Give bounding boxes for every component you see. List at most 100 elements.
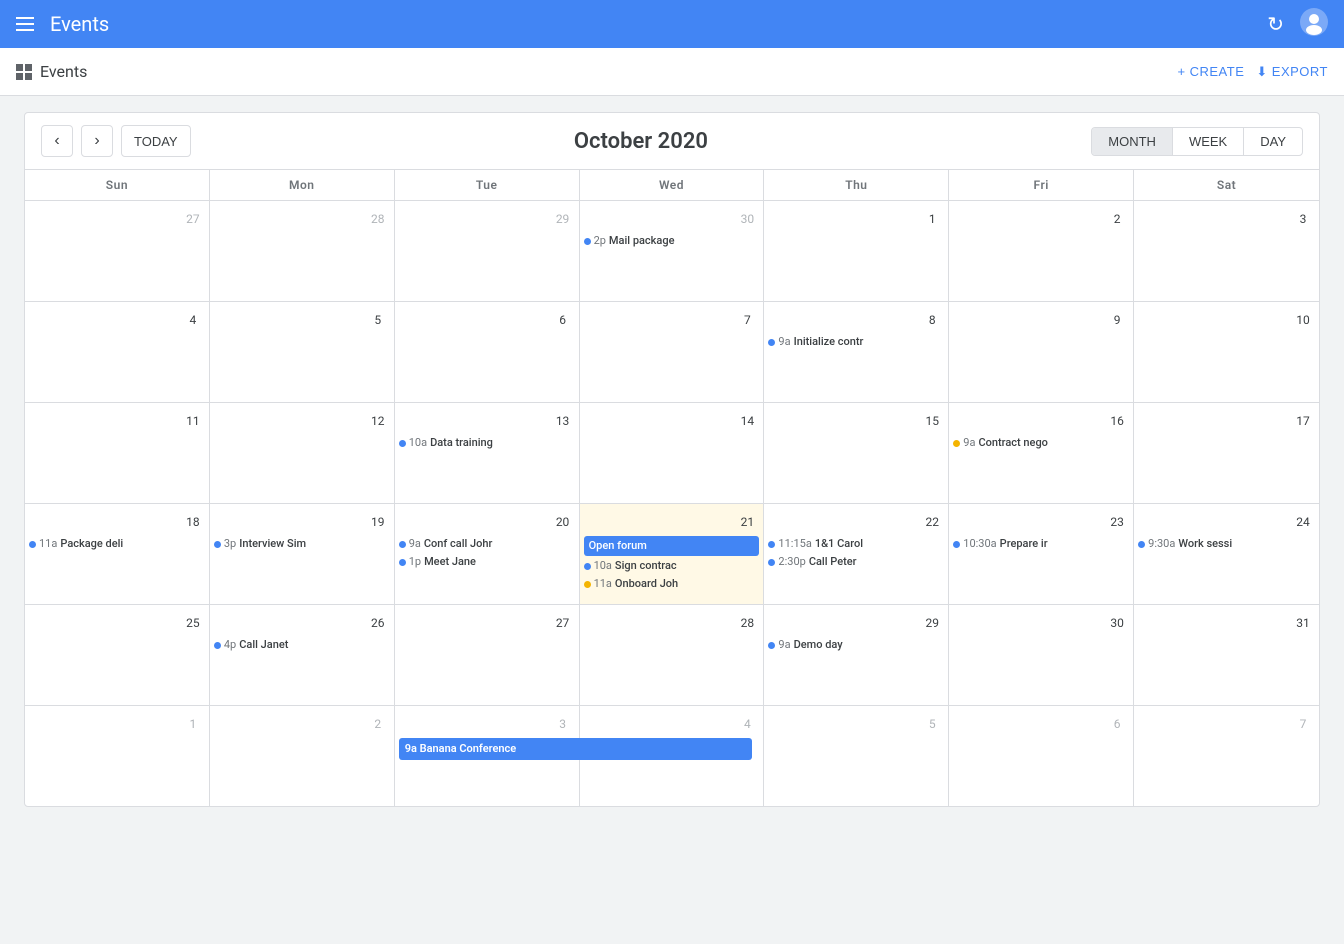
list-item[interactable]: 1p Meet Jane xyxy=(399,554,575,570)
create-button[interactable]: + CREATE xyxy=(1178,64,1245,79)
day-cell-nov1[interactable]: 1 xyxy=(25,706,210,806)
event-dot-blue xyxy=(399,559,406,566)
list-item[interactable]: 10:30a Prepare ir xyxy=(953,536,1129,552)
refresh-icon[interactable]: ↻ xyxy=(1267,12,1284,36)
month-view-button[interactable]: MONTH xyxy=(1092,128,1173,155)
day-view-button[interactable]: DAY xyxy=(1244,128,1302,155)
list-item[interactable]: 4p Call Janet xyxy=(214,637,390,653)
next-month-button[interactable]: › xyxy=(81,125,113,157)
day-cell-oct2[interactable]: 2 xyxy=(949,201,1134,301)
event-dot-blue xyxy=(768,642,775,649)
day-cell-sep30[interactable]: 30 2p Mail package xyxy=(580,201,765,301)
page-title: Events xyxy=(40,62,1170,81)
list-item[interactable]: 9a Conf call Johr xyxy=(399,536,575,552)
event-dot-blue xyxy=(584,238,591,245)
list-item[interactable]: 9a Initialize contr xyxy=(768,334,944,350)
day-cell-oct13[interactable]: 13 10a Data training xyxy=(395,403,580,503)
day-cell-oct8[interactable]: 8 9a Initialize contr xyxy=(764,302,949,402)
day-cell-oct19[interactable]: 19 3p Interview Sim xyxy=(210,504,395,604)
day-cell-oct3[interactable]: 3 xyxy=(1134,201,1319,301)
day-header-sat: Sat xyxy=(1134,170,1319,200)
create-plus-icon: + xyxy=(1178,64,1186,79)
list-item[interactable]: 11a Onboard Joh xyxy=(584,576,760,592)
prev-month-button[interactable]: ‹ xyxy=(41,125,73,157)
day-cell-nov2[interactable]: 2 xyxy=(210,706,395,806)
list-item[interactable]: 3p Interview Sim xyxy=(214,536,390,552)
day-cell-oct14[interactable]: 14 xyxy=(580,403,765,503)
day-header-sun: Sun xyxy=(25,170,210,200)
view-toggle: MONTH WEEK DAY xyxy=(1091,127,1303,156)
list-item[interactable]: 9a Demo day xyxy=(768,637,944,653)
day-cell-oct31[interactable]: 31 xyxy=(1134,605,1319,705)
day-header-fri: Fri xyxy=(949,170,1134,200)
day-cell-oct15[interactable]: 15 xyxy=(764,403,949,503)
day-cell-oct23[interactable]: 23 10:30a Prepare ir xyxy=(949,504,1134,604)
day-cell-nov3[interactable]: 3 9a Banana Conference xyxy=(395,706,580,806)
day-cell-oct12[interactable]: 12 xyxy=(210,403,395,503)
day-cell-oct22[interactable]: 22 11:15a 1&1 Carol 2:30p Call Peter xyxy=(764,504,949,604)
day-cell-oct9[interactable]: 9 xyxy=(949,302,1134,402)
week-row-4: 18 11a Package deli 19 3p xyxy=(25,504,1319,605)
day-cell-oct7[interactable]: 7 xyxy=(580,302,765,402)
list-item[interactable]: 11a Package deli xyxy=(29,536,205,552)
grid-view-icon[interactable] xyxy=(16,64,32,80)
day-cell-nov5[interactable]: 5 xyxy=(764,706,949,806)
day-cell-oct11[interactable]: 11 xyxy=(25,403,210,503)
event-dot-yellow xyxy=(953,440,960,447)
week-row-1: 27 28 29 30 2p Mail package xyxy=(25,201,1319,302)
menu-icon[interactable] xyxy=(16,17,34,31)
event-dot-blue xyxy=(1138,541,1145,548)
toolbar-actions: + CREATE ⬇ EXPORT xyxy=(1178,64,1328,80)
day-cell-oct5[interactable]: 5 xyxy=(210,302,395,402)
calendar-month-year: October 2020 xyxy=(199,129,1084,154)
list-item[interactable]: 9a Contract nego xyxy=(953,435,1129,451)
day-cell-oct18[interactable]: 18 11a Package deli xyxy=(25,504,210,604)
day-cell-oct27[interactable]: 27 xyxy=(395,605,580,705)
week-row-3: 11 12 13 10a Data training xyxy=(25,403,1319,504)
day-cell-oct20[interactable]: 20 9a Conf call Johr 1p Meet Jane xyxy=(395,504,580,604)
day-cell-nov7[interactable]: 7 xyxy=(1134,706,1319,806)
event-dot-blue xyxy=(214,642,221,649)
day-cell-sep29[interactable]: 29 xyxy=(395,201,580,301)
day-cell-oct6[interactable]: 6 xyxy=(395,302,580,402)
list-item[interactable]: 10a Data training xyxy=(399,435,575,451)
event-dot-blue xyxy=(768,559,775,566)
day-cell-oct24[interactable]: 24 9:30a Work sessi xyxy=(1134,504,1319,604)
day-headers-row: Sun Mon Tue Wed Thu Fri Sat xyxy=(25,170,1319,201)
day-cell-oct30[interactable]: 30 xyxy=(949,605,1134,705)
app-bar: Events ↻ xyxy=(0,0,1344,48)
event-block-banana-conference[interactable]: 9a Banana Conference xyxy=(399,738,753,760)
day-cell-oct25[interactable]: 25 xyxy=(25,605,210,705)
day-cell-oct10[interactable]: 10 xyxy=(1134,302,1319,402)
event-dot-blue xyxy=(768,339,775,346)
export-button[interactable]: ⬇ EXPORT xyxy=(1256,64,1328,80)
event-dot-blue xyxy=(584,563,591,570)
day-cell-oct4[interactable]: 4 xyxy=(25,302,210,402)
event-dot-blue xyxy=(214,541,221,548)
day-cell-sep28[interactable]: 28 xyxy=(210,201,395,301)
week-view-button[interactable]: WEEK xyxy=(1173,128,1244,155)
event-block-open-forum[interactable]: Open forum xyxy=(584,536,760,556)
day-cell-oct21[interactable]: 21 Open forum 10a Sign contrac 11a Onboa… xyxy=(580,504,765,604)
day-cell-oct26[interactable]: 26 4p Call Janet xyxy=(210,605,395,705)
day-header-tue: Tue xyxy=(395,170,580,200)
list-item[interactable]: 10a Sign contrac xyxy=(584,558,760,574)
day-cell-oct29[interactable]: 29 9a Demo day xyxy=(764,605,949,705)
list-item[interactable]: 11:15a 1&1 Carol xyxy=(768,536,944,552)
event-dot-blue xyxy=(399,541,406,548)
profile-icon[interactable] xyxy=(1300,8,1328,41)
list-item[interactable]: 2:30p Call Peter xyxy=(768,554,944,570)
day-cell-sep27[interactable]: 27 xyxy=(25,201,210,301)
export-down-icon: ⬇ xyxy=(1256,64,1267,80)
day-cell-oct16[interactable]: 16 9a Contract nego xyxy=(949,403,1134,503)
secondary-toolbar: Events + CREATE ⬇ EXPORT xyxy=(0,48,1344,96)
event-dot-blue xyxy=(953,541,960,548)
day-cell-oct1[interactable]: 1 xyxy=(764,201,949,301)
list-item[interactable]: 9:30a Work sessi xyxy=(1138,536,1315,552)
today-button[interactable]: TODAY xyxy=(121,125,191,157)
day-cell-oct17[interactable]: 17 xyxy=(1134,403,1319,503)
day-cell-oct28[interactable]: 28 xyxy=(580,605,765,705)
day-cell-nov6[interactable]: 6 xyxy=(949,706,1134,806)
list-item[interactable]: 2p Mail package xyxy=(584,233,760,249)
day-header-thu: Thu xyxy=(764,170,949,200)
